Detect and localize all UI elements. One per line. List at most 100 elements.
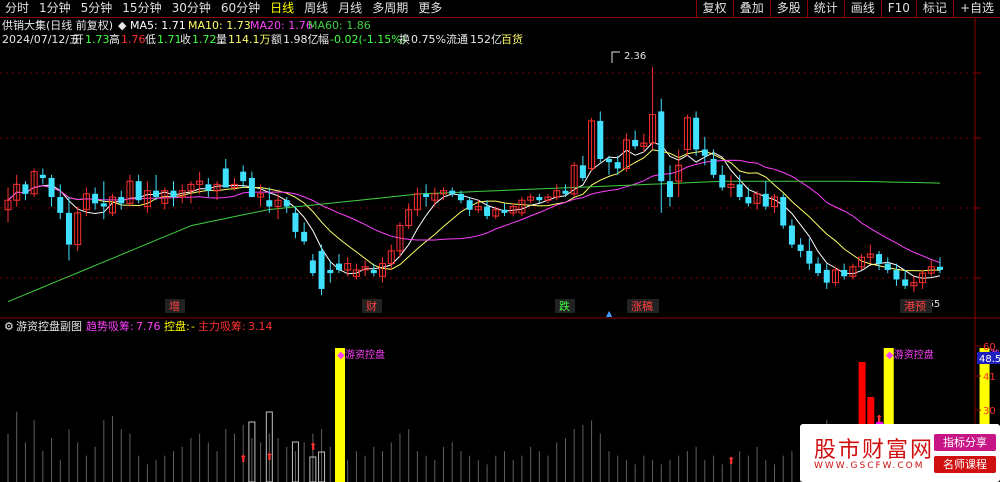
- candle: [849, 263, 857, 280]
- teacher-course-button[interactable]: 名师课程: [934, 456, 996, 473]
- candle: [649, 67, 657, 150]
- tab-3[interactable]: 15分钟: [117, 0, 166, 17]
- low-value: 1.71: [157, 33, 182, 46]
- low-label: 低: [145, 33, 156, 46]
- tab-5[interactable]: 60分钟: [216, 0, 265, 17]
- tab-7[interactable]: 周线: [299, 0, 333, 17]
- svg-text:⬆: ⬆: [239, 454, 247, 465]
- candle: [22, 181, 29, 201]
- candle: [736, 174, 743, 201]
- toolbar-button-0[interactable]: 复权: [695, 0, 733, 17]
- price-grid: [0, 72, 981, 279]
- candle: [806, 238, 813, 270]
- candle: [866, 244, 874, 264]
- candle: [919, 269, 927, 289]
- toolbar-button-6[interactable]: 标记: [915, 0, 953, 17]
- amt-value: 1.98亿: [283, 33, 319, 46]
- candle: [423, 184, 430, 207]
- period-tabs: 分时 1分钟 5分钟 15分钟 30分钟 60分钟 日线 周线 月线 多周期 更多: [0, 0, 447, 17]
- event-labels: 增 财 跌 涨稿 港预 ▲: [165, 299, 932, 318]
- toolbar-button-4[interactable]: 画线: [843, 0, 881, 17]
- control-label: 控盘:: [164, 319, 190, 333]
- vol-label: 量: [216, 33, 227, 46]
- period-toolbar: 分时 1分钟 5分钟 15分钟 30分钟 60分钟 日线 周线 月线 多周期 更多 复权 叠加 多股 统计…: [0, 0, 1000, 18]
- watermark-site-name: 股市财富网: [814, 438, 935, 463]
- candle: [693, 111, 700, 156]
- event-label-0: 增: [169, 299, 180, 313]
- candle: [126, 174, 134, 207]
- sector-label: 百货: [501, 32, 523, 46]
- indicator-share-button[interactable]: 指标分享: [934, 434, 996, 451]
- tab-10[interactable]: 更多: [413, 0, 447, 17]
- quote-date: 2024/07/12/五: [2, 33, 80, 46]
- candle: [701, 136, 708, 166]
- candle: [501, 203, 508, 217]
- tab-9[interactable]: 多周期: [367, 0, 413, 17]
- tab-0[interactable]: 分时: [0, 0, 34, 17]
- candle: [13, 174, 21, 207]
- candle: [536, 193, 543, 204]
- candle: [884, 257, 891, 274]
- ma5-label: MA5: 1.71: [130, 19, 186, 32]
- signal-label-0: 游资控盘: [345, 348, 385, 361]
- tab-2[interactable]: 5分钟: [76, 0, 118, 17]
- max-price-label: 2.36: [624, 51, 646, 62]
- svg-text:⬆: ⬆: [727, 456, 735, 467]
- kline-chart[interactable]: 供销大集(日线 前复权) ◆ MA5: 1.71 MA10: 1.73 MA20…: [0, 18, 1000, 482]
- indicator-axis-tick-1: 41: [983, 372, 996, 383]
- toolbar-button-5[interactable]: F10: [880, 0, 916, 17]
- candle: [118, 190, 125, 210]
- svg-text:◆: ◆: [337, 350, 345, 361]
- tab-4[interactable]: 30分钟: [167, 0, 216, 17]
- candle: [309, 254, 316, 277]
- close-label: 收: [180, 32, 191, 46]
- toolbar-button-1[interactable]: 叠加: [732, 0, 770, 17]
- tab-8[interactable]: 月线: [333, 0, 367, 17]
- toolbar-button-2[interactable]: 多股: [769, 0, 807, 17]
- candle: [762, 181, 769, 210]
- candle: [170, 181, 177, 207]
- candle: [196, 171, 204, 194]
- candle: [719, 165, 726, 191]
- right-toolbar: 复权 叠加 多股 统计 画线 F10 标记 +自选: [695, 0, 1000, 17]
- candle: [771, 193, 779, 213]
- candle: [318, 244, 325, 296]
- turn-value: 0.75%: [411, 33, 446, 46]
- candle: [248, 171, 255, 198]
- candle: [902, 269, 909, 289]
- candle: [937, 257, 943, 274]
- indicator-axis-tick-0: 60: [983, 342, 996, 353]
- open-label: 开: [73, 33, 84, 46]
- candle: [876, 250, 883, 270]
- menu-icon[interactable]: ◆: [118, 19, 127, 32]
- candle: [658, 98, 665, 213]
- float-label: 流通: [446, 32, 468, 46]
- candle: [4, 187, 12, 223]
- indicator-settings-icon[interactable]: ⚙: [4, 320, 14, 333]
- candle: [466, 197, 473, 217]
- toolbar-button-7[interactable]: +自选: [952, 0, 1000, 17]
- candle: [841, 263, 848, 280]
- high-value: 1.76: [121, 33, 146, 46]
- tab-1[interactable]: 1分钟: [34, 0, 76, 17]
- toolbar-button-3[interactable]: 统计: [806, 0, 844, 17]
- tab-6[interactable]: 日线: [265, 0, 299, 17]
- candle: [544, 193, 552, 204]
- candle: [396, 222, 404, 258]
- trend-absorb-label: 趋势吸筹:: [86, 319, 134, 333]
- candle: [484, 200, 491, 220]
- candle: [39, 168, 46, 185]
- candle: [205, 178, 212, 198]
- indicator-current-value: 48.5: [979, 354, 1000, 365]
- indicator-axis: 60 41 30 48.5: [975, 342, 1000, 417]
- candle: [788, 219, 795, 248]
- candle: [65, 197, 72, 261]
- event-label-3: 涨稿: [631, 299, 653, 313]
- candle: [222, 158, 229, 188]
- trend-absorb-value: 7.76: [136, 320, 161, 333]
- svg-text:◆: ◆: [886, 350, 894, 361]
- event-label-2: 跌: [559, 299, 570, 313]
- candle: [527, 193, 535, 204]
- ma20-label: MA20: 1.76: [250, 19, 313, 32]
- candle: [823, 263, 830, 289]
